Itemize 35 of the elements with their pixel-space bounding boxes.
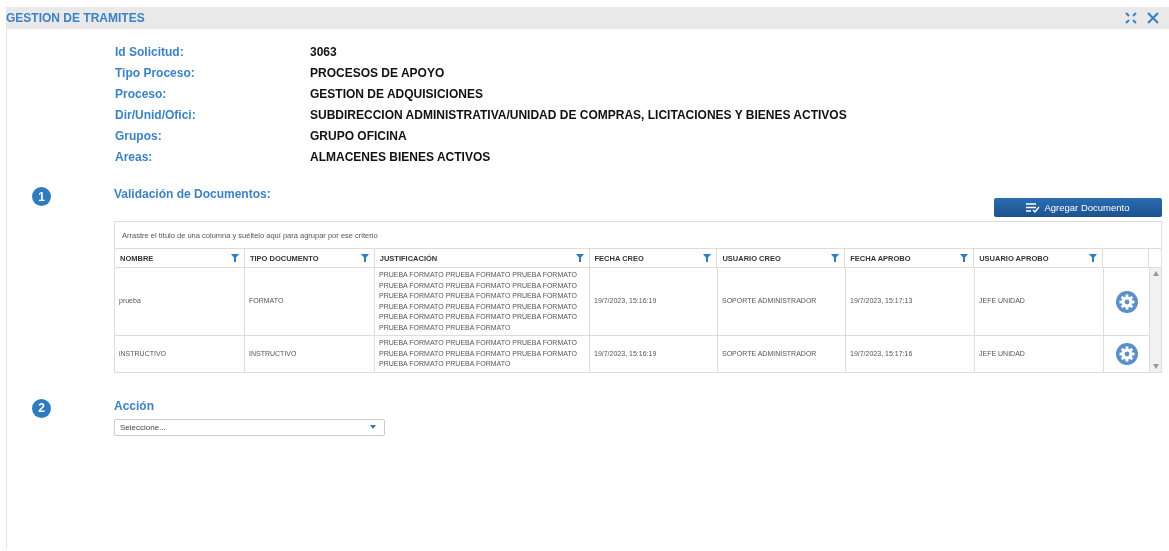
filter-icon[interactable] [1089, 254, 1098, 262]
section-title: Acción [114, 398, 155, 413]
field-label: Areas: [115, 150, 154, 165]
filter-icon[interactable] [960, 254, 969, 262]
field-label: Proceso: [115, 87, 168, 102]
filter-icon[interactable] [230, 254, 239, 262]
settings-icon[interactable] [1115, 342, 1138, 365]
scroll-down-icon[interactable] [1152, 363, 1159, 369]
filter-icon[interactable] [360, 254, 369, 262]
section-title: Validación de Documentos: [114, 187, 271, 201]
expand-icon[interactable] [1125, 12, 1137, 24]
field-value: GESTION DE ADQUISICIONES [310, 87, 484, 102]
field-value: ALMACENES BIENES ACTIVOS [310, 150, 492, 165]
step-badge: 2 [32, 398, 51, 418]
close-icon[interactable] [1147, 12, 1159, 24]
scroll-up-icon[interactable] [1152, 271, 1159, 276]
add-document-button[interactable]: Agregar Documento [994, 198, 1162, 217]
settings-icon[interactable] [1115, 290, 1138, 313]
filter-icon[interactable] [831, 254, 840, 262]
scrollbar[interactable] [1150, 268, 1161, 372]
checklist-icon [1026, 202, 1041, 213]
field-value: SUBDIRECCION ADMINISTRATIVA/UNIDAD DE COMPRAS, LICITACIONES Y BIENES ACTIVOS [310, 108, 848, 123]
caret-icon[interactable] [370, 425, 376, 429]
filter-icon[interactable] [703, 254, 712, 262]
step-badge: 1 [32, 187, 51, 206]
action-select[interactable]: Seleccione... [114, 418, 385, 436]
field-label: Dir/Unid/Ofici: [115, 108, 197, 123]
field-value: 3063 [310, 45, 338, 60]
window-title: GESTION DE TRAMITES [6, 11, 145, 25]
field-label: Id Solicitud: [115, 45, 185, 60]
field-value: GRUPO OFICINA [310, 129, 408, 144]
field-value: PROCESOS DE APOYO [310, 66, 446, 81]
field-label: Grupos: [115, 129, 163, 144]
field-label: Tipo Proceso: [115, 66, 196, 81]
filter-icon[interactable] [575, 254, 584, 262]
